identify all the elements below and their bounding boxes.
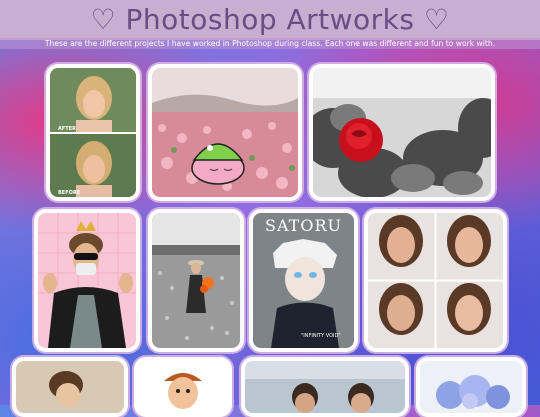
satoru-poster-image: SATORU "INFINITY VOID" bbox=[253, 213, 354, 348]
poster-caption: "INFINITY VOID" bbox=[301, 333, 341, 339]
artwork-card-two-friends[interactable] bbox=[241, 357, 409, 417]
cartoon-boy-image bbox=[138, 361, 228, 413]
red-rose-image bbox=[313, 68, 491, 197]
before-caption: BEFORE bbox=[58, 190, 81, 196]
cartoon-portrait-image bbox=[16, 361, 124, 413]
artwork-card-cartoon-boy[interactable] bbox=[134, 357, 232, 417]
poster-title: SATORU bbox=[265, 216, 342, 235]
blue-flowers-image bbox=[420, 361, 522, 413]
artwork-card-kirby-field[interactable] bbox=[148, 64, 302, 201]
artwork-card-before-after[interactable]: AFTER BEFORE bbox=[46, 64, 140, 201]
page-header: ♡ Photoshop Artworks ♡ bbox=[0, 0, 540, 40]
artwork-card-blue-flowers[interactable] bbox=[416, 357, 526, 417]
flower-field-kirby-image bbox=[152, 68, 298, 197]
two-friends-image bbox=[245, 361, 405, 413]
sticker-portrait-image bbox=[38, 213, 136, 348]
page-subtitle: These are the different projects I have … bbox=[0, 38, 540, 49]
before-after-portrait-image: AFTER BEFORE bbox=[50, 68, 136, 197]
artwork-card-red-rose[interactable] bbox=[309, 64, 495, 201]
face-retouch-grid-image bbox=[368, 213, 503, 348]
artwork-card-face-grid[interactable] bbox=[364, 209, 507, 352]
page-title: ♡ Photoshop Artworks ♡ bbox=[90, 3, 450, 36]
artwork-card-satoru[interactable]: SATORU "INFINITY VOID" bbox=[249, 209, 358, 352]
artwork-card-sticker[interactable] bbox=[34, 209, 140, 352]
after-caption: AFTER bbox=[58, 126, 76, 132]
artwork-card-cartoon-portrait[interactable] bbox=[12, 357, 128, 417]
artwork-card-flower-girl[interactable] bbox=[148, 209, 244, 352]
flower-field-girl-image bbox=[152, 213, 240, 348]
